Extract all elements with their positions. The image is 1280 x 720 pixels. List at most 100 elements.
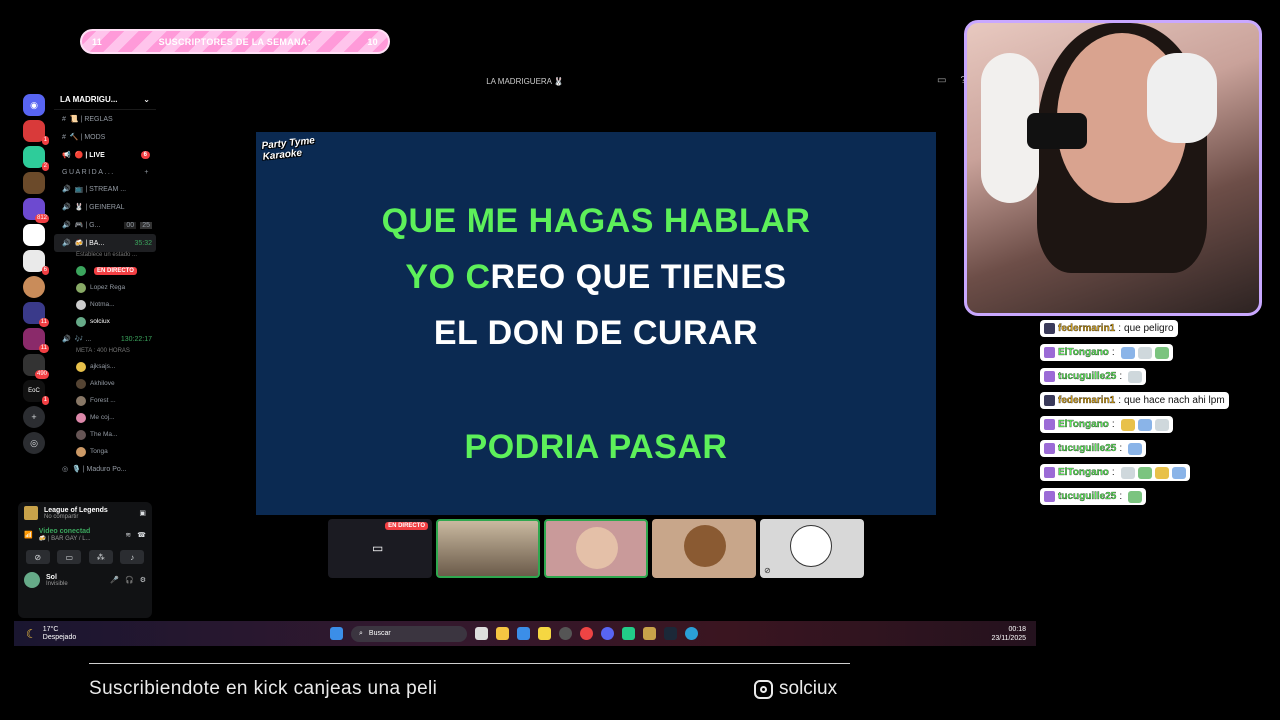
chat-emote: [1154, 346, 1169, 359]
avatar[interactable]: [24, 572, 40, 588]
chat-username[interactable]: ElTongano: [1058, 347, 1109, 358]
voice-user[interactable]: Tonga: [54, 443, 156, 460]
voice-channel-maduro[interactable]: ◎ 🎙️ | Maduro Po...: [54, 460, 156, 478]
voice-user[interactable]: ajksajs...: [54, 358, 156, 375]
server-icon[interactable]: 11: [23, 328, 49, 353]
mic-icon[interactable]: 🎤: [110, 576, 119, 584]
server-folder-icon[interactable]: 490: [23, 354, 49, 379]
voice-channel-stream[interactable]: 🔊 📺 | STREAM ...: [54, 180, 156, 198]
streamer-webcam: [964, 20, 1262, 316]
voice-user[interactable]: solciux: [54, 313, 156, 330]
camera-off-button[interactable]: ⊘: [25, 550, 50, 564]
chat-username[interactable]: ElTongano: [1058, 467, 1109, 478]
chat-username[interactable]: tucuguille25: [1058, 371, 1117, 382]
clock[interactable]: 00:18 23/11/2025: [991, 625, 1026, 643]
chat-username[interactable]: federmarin1: [1058, 323, 1116, 334]
game-icon: [24, 506, 38, 520]
badge-icon: [1044, 467, 1055, 478]
server-name[interactable]: LA MADRIGU... ⌄: [54, 90, 156, 110]
server-icon[interactable]: [23, 224, 45, 246]
chat-text: que hace nach ahi lpm: [1124, 395, 1225, 406]
discord-icon[interactable]: [601, 627, 614, 640]
chat-username[interactable]: ElTongano: [1058, 419, 1109, 430]
subs-label: SUSCRIPTORES DE LA SEMANA:: [158, 36, 311, 47]
taskview-icon[interactable]: [475, 627, 488, 640]
subs-week-banner: 11 SUSCRIPTORES DE LA SEMANA: 10: [80, 29, 390, 54]
instagram-icon: [754, 679, 773, 699]
chat-message: tucuguille25:: [1040, 440, 1147, 457]
voice-channel-meta[interactable]: 🔊 🎶 ... 130:22:17: [54, 330, 156, 348]
video-tile[interactable]: [544, 519, 648, 578]
server-icon[interactable]: [23, 276, 45, 298]
server-icon[interactable]: 1: [23, 120, 49, 145]
obs-icon[interactable]: [559, 627, 572, 640]
voice-user[interactable]: Forest ...: [54, 392, 156, 409]
chrome-icon[interactable]: [580, 627, 593, 640]
channel-reglas[interactable]: # 📜 | REGLAS: [54, 110, 156, 128]
chat-username[interactable]: tucuguille25: [1058, 443, 1117, 454]
channel-mods[interactable]: # 🔨 | MODS: [54, 128, 156, 146]
steam-icon[interactable]: [664, 627, 677, 640]
voice-channel-bar[interactable]: 🔊 🍻 | BA... 35:32: [54, 234, 156, 252]
badge-icon: [1044, 323, 1055, 334]
league-icon[interactable]: [643, 627, 656, 640]
subs-right-number: 10: [367, 36, 378, 47]
server-icon[interactable]: EoC 1: [23, 380, 49, 405]
category-guarida[interactable]: GUARIDA... +: [54, 164, 156, 180]
player-icon[interactable]: [622, 627, 635, 640]
stream-tile[interactable]: EN DIRECTO ▭: [328, 519, 432, 578]
disconnect-icon[interactable]: ☎: [137, 531, 146, 539]
inbox-icon[interactable]: ▭: [937, 75, 946, 86]
channel-live[interactable]: 📢 🔴 | LIVE 6: [54, 146, 156, 164]
video-tile[interactable]: [652, 519, 756, 578]
chat-text: que peligro: [1124, 323, 1174, 334]
server-icon[interactable]: 2: [23, 146, 49, 171]
server-icon[interactable]: 11: [23, 302, 49, 327]
karaoke-logo: Party Tyme Karaoke: [260, 135, 316, 163]
add-channel-icon: +: [144, 168, 150, 176]
server-icon[interactable]: [23, 172, 45, 194]
edge-icon[interactable]: [685, 627, 698, 640]
voice-channel-general[interactable]: 🔊 🐰 | GEINERAL: [54, 198, 156, 216]
video-tile[interactable]: [436, 519, 540, 578]
voice-user[interactable]: The Ma...: [54, 426, 156, 443]
store-icon[interactable]: [517, 627, 530, 640]
screen-share-button[interactable]: ▭: [57, 550, 82, 564]
stream-stage[interactable]: Party Tyme Karaoke QUE ME HAGAS HABLAR YO…: [256, 132, 936, 515]
chat-username[interactable]: federmarin1: [1058, 395, 1116, 406]
voice-user[interactable]: Lopez Rega: [54, 279, 156, 296]
voice-user[interactable]: Me coj...: [54, 409, 156, 426]
noise-icon[interactable]: ≋: [125, 531, 131, 539]
folder-icon[interactable]: [496, 627, 509, 640]
discover-icon[interactable]: ◎: [23, 432, 45, 454]
server-icon[interactable]: 812: [23, 198, 49, 223]
voice-user[interactable]: EN DIRECTO: [54, 262, 156, 279]
discord-home-icon[interactable]: ◉: [23, 94, 45, 116]
video-tile[interactable]: ⊘: [760, 519, 864, 578]
chat-username[interactable]: tucuguille25: [1058, 491, 1117, 502]
soundboard-button[interactable]: ♪: [120, 550, 145, 564]
voice-channel-games[interactable]: 🔊 🎮 | G... 00 25: [54, 216, 156, 234]
user-panel: League of Legends No compartir ▣ 📶 Video …: [18, 502, 152, 618]
voice-status-text: META : 400 HORAS: [76, 348, 130, 354]
channel-list: LA MADRIGU... ⌄ # 📜 | REGLAS # 🔨 | MODS 📢 🔴 …: [54, 90, 156, 510]
badge-icon: [1044, 371, 1055, 382]
voice-user[interactable]: Akhilove: [54, 375, 156, 392]
weather-widget[interactable]: ☾ 17°C Despejado: [26, 626, 76, 642]
screen-share-icon[interactable]: ▣: [139, 509, 146, 517]
badge-icon: [1044, 395, 1055, 406]
server-icon[interactable]: 6: [23, 250, 49, 275]
headphones-icon[interactable]: 🎧: [125, 576, 134, 584]
chat-emote: [1137, 466, 1152, 479]
activities-button[interactable]: ⁂: [88, 550, 113, 564]
screen-icon: ▭: [372, 541, 384, 555]
speaker-icon: 🔊: [62, 222, 71, 229]
notes-icon[interactable]: [538, 627, 551, 640]
add-server-icon[interactable]: +: [23, 406, 45, 428]
settings-gear-icon[interactable]: ⚙: [140, 576, 146, 584]
speaker-icon: 🔊: [62, 186, 71, 193]
activity-row[interactable]: League of Legends No compartir ▣: [18, 502, 152, 524]
search-box[interactable]: ⌕ Buscar: [351, 625, 467, 642]
voice-user[interactable]: Notma...: [54, 296, 156, 313]
start-button-icon[interactable]: [330, 627, 343, 640]
